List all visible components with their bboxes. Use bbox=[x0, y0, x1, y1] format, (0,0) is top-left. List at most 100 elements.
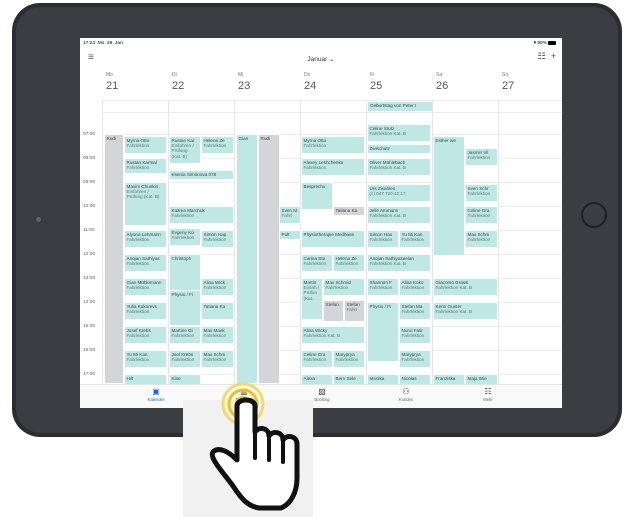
day-column-header[interactable]: Di 22 bbox=[168, 71, 234, 97]
calendar-event[interactable]: Maxim Chunkin Einfahren / Prüfung (Kat. B… bbox=[124, 182, 167, 226]
home-button[interactable] bbox=[581, 202, 607, 228]
calendar-event[interactable]: Max Schm Fahrlektion bbox=[465, 230, 498, 248]
calendar-event[interactable]: Stefan Fahrl bbox=[344, 300, 365, 322]
tap-gesture-icon bbox=[209, 382, 300, 511]
calendar-event[interactable]: Simon Hau Fahrlektion bbox=[367, 230, 399, 248]
calendar-event[interactable]: Urs Zwahlen (c) 047 720 42 17 bbox=[367, 184, 431, 202]
calendar-icon: ▣ bbox=[152, 387, 160, 396]
calendar-event[interactable]: Celine Gra Fahrlektion bbox=[465, 206, 498, 224]
calendar-event[interactable]: Myrna Otto Fahrlektion bbox=[124, 136, 167, 154]
allday-event[interactable]: Geburtstag von Peter I bbox=[368, 102, 432, 111]
calendar-event[interactable]: Max Schmid Fahrlektion bbox=[323, 278, 365, 296]
more-icon: ☷ bbox=[484, 387, 492, 396]
calendar-event[interactable]: Stefan bbox=[323, 300, 344, 322]
calendar-event[interactable]: Anojan Sathiyas Fahrlektion bbox=[124, 254, 167, 272]
month-selector: Januar ⌄ bbox=[80, 55, 562, 63]
day-column-header[interactable]: Mo 21 bbox=[102, 71, 168, 97]
calendar-event[interactable]: Yulia Kokorevs Fahrlektion bbox=[124, 302, 167, 320]
calendar-event[interactable]: Maryprya Fahrlektion bbox=[333, 350, 365, 368]
calendar-event[interactable]: Pult bbox=[279, 230, 301, 240]
calendar-event[interactable]: Kerin Gunter Fahrlektion Kat. B bbox=[433, 302, 498, 320]
calendar-event[interactable]: Alina Wick Fahrlektion bbox=[201, 278, 234, 296]
hour-line bbox=[102, 112, 562, 113]
calendar-event[interactable]: Simon Hap Fahrlektion bbox=[201, 230, 234, 248]
calendar-event[interactable]: Gian bbox=[236, 134, 258, 384]
calendar-event[interactable]: Physio / Fi bbox=[367, 302, 399, 362]
day-column-header[interactable]: Mi 23 bbox=[234, 71, 300, 97]
calendar-event[interactable]: Carina Ste Fahrlektion bbox=[301, 254, 333, 272]
plus-icon[interactable]: + bbox=[551, 51, 556, 61]
day-column-header[interactable]: So 27 bbox=[498, 71, 562, 97]
calendar-event[interactable]: Martine Gi Fahrlektion bbox=[169, 326, 201, 344]
calendar-event[interactable]: Giacomo Grassi Fahrlektion Kat. B bbox=[433, 278, 498, 296]
tab-mehr[interactable]: ☷ Mehr bbox=[458, 387, 518, 402]
calendar-event[interactable]: Alexey Leshchenko Fahrlektion bbox=[301, 158, 365, 176]
calendar-event[interactable]: Martin Einfah / Prüfun (Kat. bbox=[301, 278, 323, 320]
day-header: Mo 21 Di 22 Mi 23 Do 24 Fr 25 Sa 26 So 27 bbox=[80, 71, 562, 97]
tab-kalender[interactable]: ▣ Kalender bbox=[126, 387, 186, 402]
battery-icon bbox=[548, 41, 556, 45]
calendar-event[interactable]: Sven Schr Fahrlektion bbox=[465, 184, 498, 202]
calendar-event[interactable]: Helena Ze Fahrlektion bbox=[201, 136, 234, 154]
day-column-header[interactable]: Sa 26 bbox=[432, 71, 498, 97]
calendar-event[interactable]: Max Maek Fahrlektion bbox=[201, 326, 234, 344]
hour-label: 09:00 bbox=[83, 180, 96, 185]
grid-icon[interactable]: ☷ bbox=[538, 51, 546, 61]
toolbar: ≡ Januar ⌄ ☷ + bbox=[80, 48, 562, 68]
calendar-event[interactable]: Jelle Ammann Fahrlektion Kat. B bbox=[367, 206, 431, 224]
calendar-event[interactable]: Josef Krebs Fahrlektion bbox=[124, 326, 167, 344]
calendar-event[interactable]: Celine Stutz Fahrlektion Kat. B bbox=[367, 124, 431, 142]
hour-label: 16:00 bbox=[83, 348, 96, 353]
wifi-icon: ▾ bbox=[533, 41, 537, 47]
calendar-event[interactable]: Nurul Fatir Fahrlektion bbox=[399, 326, 431, 344]
calendar-event[interactable]: Evgeny Ko Fahrlektion bbox=[169, 228, 201, 246]
calendar-event[interactable]: Kuzma Marchuk Fahrlektion bbox=[169, 206, 234, 224]
status-right: ▾ 90% bbox=[534, 41, 556, 46]
calendar-event[interactable]: Rudi bbox=[104, 134, 124, 384]
hour-label: 17:00 bbox=[83, 372, 96, 377]
calendar-event[interactable]: Celine Gra Fahrlektion bbox=[301, 350, 333, 368]
calendar-event[interactable]: Rudi bbox=[258, 134, 280, 384]
calendar-event[interactable]: Stefan Ma Fahrlektion bbox=[399, 302, 431, 320]
calendar-event[interactable]: Yu Mi Kan Fahrlektion bbox=[399, 230, 431, 248]
calendar-event[interactable]: Besprechu bbox=[301, 182, 333, 210]
day-column-header[interactable]: Fr 25 bbox=[366, 71, 432, 97]
calendar-event[interactable]: Rustan Kar Einfahren / Prüfung (Kat. B) bbox=[169, 136, 201, 164]
hour-label: 15:00 bbox=[83, 324, 96, 329]
calendar-event[interactable]: Alyona Lehmann Fahrlektion bbox=[124, 230, 167, 248]
calendar-event[interactable]: Anojan Sathiyaseelan Fahrlektion Kat. B bbox=[367, 254, 431, 272]
month-title[interactable]: Januar ⌄ bbox=[307, 56, 334, 63]
calendar-event[interactable]: Gian Mühlemann Fahrlektion bbox=[124, 278, 167, 296]
calendar-event[interactable]: Physiotherapie Medbase bbox=[301, 230, 365, 248]
calendar-event[interactable]: Shannon F Fahrlektion bbox=[367, 278, 399, 296]
calendar-event[interactable]: Physio / Fi bbox=[169, 290, 201, 326]
calendar-event[interactable]: Maryprya Fahrlektion bbox=[399, 350, 431, 368]
status-time: 17:23 Mo. 28. Jan. bbox=[83, 41, 125, 46]
calendar-event[interactable]: Rustan Karmal Fahrlektion bbox=[124, 158, 167, 174]
tab-kunden[interactable]: ⚇ Kunden bbox=[376, 387, 436, 402]
status-bar: 17:23 Mo. 28. Jan. ▾ 90% bbox=[80, 38, 562, 48]
hour-label: 11:00 bbox=[83, 228, 95, 233]
calendar-event[interactable]: Tatiana Ka bbox=[201, 302, 234, 320]
calendar-event[interactable]: Tatiana Ka bbox=[333, 206, 365, 216]
calendar-event[interactable]: Oliver Mühlebach Fahrlektion Kat. B bbox=[367, 158, 431, 176]
hour-line bbox=[102, 100, 562, 101]
calendar-event[interactable]: Joel Krebs Fahrlektion bbox=[169, 350, 201, 368]
calendar-event[interactable]: Alina Wicky Fahrlektion Kat. B bbox=[301, 326, 365, 344]
calendar-event[interactable]: Max Schm Fahrlektion bbox=[201, 350, 234, 368]
calendar-event[interactable]: Yu Mi Kan Fahrlektion bbox=[124, 350, 167, 368]
day-divider bbox=[102, 100, 103, 385]
calendar-event[interactable]: Myrna Otto Fahrlektion bbox=[301, 136, 365, 154]
day-divider bbox=[498, 100, 499, 385]
hour-line bbox=[102, 134, 562, 135]
hour-label: 07:00 bbox=[83, 132, 96, 137]
day-column-header[interactable]: Do 24 bbox=[300, 71, 366, 97]
calendar-event[interactable]: Sven M Fahrl bbox=[279, 206, 301, 224]
calendar-event[interactable]: Jasmin Vil Fahrlektion bbox=[465, 148, 498, 166]
calendar-event[interactable]: Alina Koko Fahrlektion bbox=[399, 278, 431, 296]
hour-label: 12:00 bbox=[83, 252, 96, 257]
calendar-event[interactable]: Ksenia Simonova 078 bbox=[169, 170, 234, 180]
calendar-event[interactable]: Helena Ze Fahrlektion bbox=[333, 254, 365, 272]
calendar-event[interactable]: Esther we bbox=[433, 136, 465, 256]
calendar-event[interactable]: Zwischutz bbox=[367, 144, 431, 154]
